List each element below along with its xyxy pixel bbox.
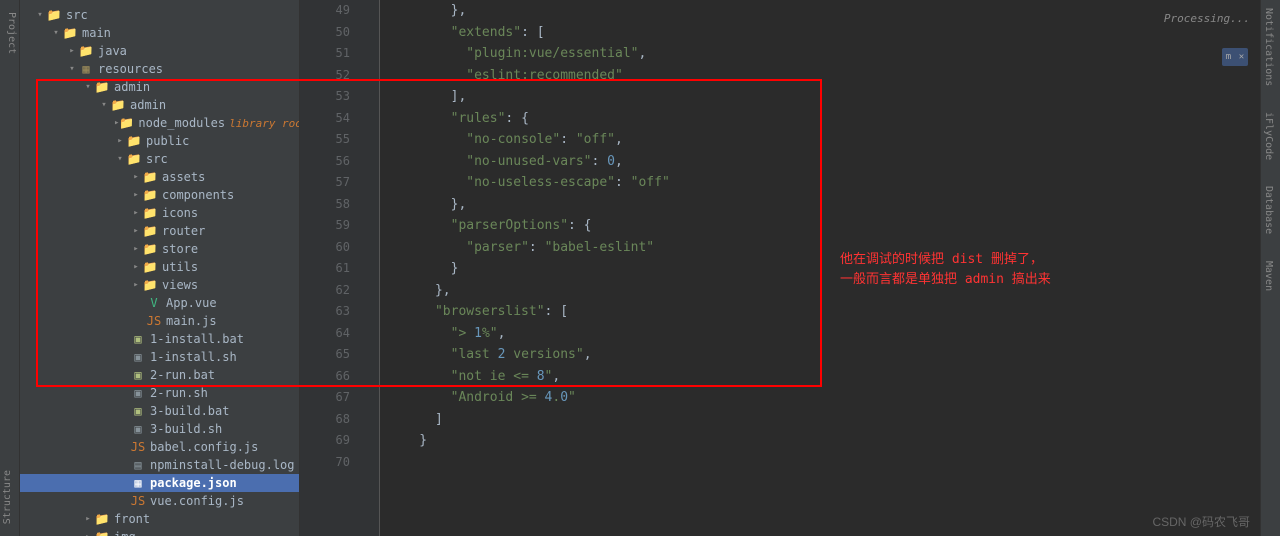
iflycode-tab[interactable]: iFlyCode: [1261, 104, 1276, 168]
code-editor[interactable]: 4950515253545556575859606162636465666768…: [300, 0, 1260, 536]
tree-file-install-bat[interactable]: ▣1-install.bat: [20, 330, 299, 348]
folder-icon: 📁: [119, 115, 134, 131]
processing-status: Processing...: [1164, 12, 1250, 25]
tree-folder-admin[interactable]: ▾📁admin: [20, 78, 299, 96]
json-icon: ▦: [130, 475, 146, 491]
tree-folder-main[interactable]: ▾📁main: [20, 24, 299, 42]
folder-icon: 📁: [78, 43, 94, 59]
tree-file-install-sh[interactable]: ▣1-install.sh: [20, 348, 299, 366]
folder-icon: 📁: [142, 223, 158, 239]
tree-folder-img[interactable]: ▸📁img: [20, 528, 299, 536]
notifications-tab[interactable]: Notifications: [1261, 0, 1276, 94]
tree-folder-utils[interactable]: ▸📁utils: [20, 258, 299, 276]
resources-icon: ▦: [78, 61, 94, 77]
tree-folder-node-modules[interactable]: ▸📁node_moduleslibrary root: [20, 114, 299, 132]
database-tab[interactable]: Database: [1261, 178, 1276, 242]
annotation-text: 他在调试的时候把 dist 删掉了， 一般而言都是单独把 admin 搞出来: [840, 250, 1051, 289]
tree-file-npmlog[interactable]: ▤npminstall-debug.log: [20, 456, 299, 474]
sh-icon: ▣: [130, 349, 146, 365]
js-icon: JS: [130, 493, 146, 509]
tree-folder-front[interactable]: ▸📁front: [20, 510, 299, 528]
bat-icon: ▣: [130, 403, 146, 419]
folder-icon: 📁: [126, 133, 142, 149]
bat-icon: ▣: [130, 331, 146, 347]
tree-folder-components[interactable]: ▸📁components: [20, 186, 299, 204]
bat-icon: ▣: [130, 367, 146, 383]
maven-tab[interactable]: Maven: [1261, 253, 1276, 299]
folder-icon: 📁: [110, 97, 126, 113]
log-icon: ▤: [130, 457, 146, 473]
line-gutter: 4950515253545556575859606162636465666768…: [300, 0, 360, 536]
folder-icon: 📁: [94, 511, 110, 527]
code-content[interactable]: }, "extends": [ "plugin:vue/essential", …: [380, 0, 1260, 536]
folder-icon: 📁: [142, 277, 158, 293]
tree-folder-public[interactable]: ▸📁public: [20, 132, 299, 150]
watermark: CSDN @码农飞哥: [1152, 513, 1250, 530]
js-icon: JS: [146, 313, 162, 329]
js-icon: JS: [130, 439, 146, 455]
folder-icon: 📁: [142, 259, 158, 275]
folder-icon: 📁: [94, 529, 110, 536]
tree-file-vueconfig[interactable]: JSvue.config.js: [20, 492, 299, 510]
tree-file-package-json[interactable]: ▦package.json: [20, 474, 299, 492]
tree-file-build-sh[interactable]: ▣3-build.sh: [20, 420, 299, 438]
tree-file-app-vue[interactable]: VApp.vue: [20, 294, 299, 312]
tree-folder-assets[interactable]: ▸📁assets: [20, 168, 299, 186]
library-root-label: library root: [229, 117, 300, 130]
tree-folder-store[interactable]: ▸📁store: [20, 240, 299, 258]
right-tool-tabs: Notifications iFlyCode Database Maven: [1260, 0, 1280, 536]
folder-icon: 📁: [142, 187, 158, 203]
tree-file-run-bat[interactable]: ▣2-run.bat: [20, 366, 299, 384]
tree-folder-src[interactable]: ▾📁src: [20, 6, 299, 24]
tree-folder-icons[interactable]: ▸📁icons: [20, 204, 299, 222]
float-toolbar[interactable]: m✕: [1222, 48, 1248, 66]
tree-file-build-bat[interactable]: ▣3-build.bat: [20, 402, 299, 420]
sh-icon: ▣: [130, 385, 146, 401]
folder-icon: 📁: [142, 205, 158, 221]
folder-icon: 📁: [94, 79, 110, 95]
tree-folder-router[interactable]: ▸📁router: [20, 222, 299, 240]
sh-icon: ▣: [130, 421, 146, 437]
fold-column[interactable]: [360, 0, 380, 536]
folder-icon: 📁: [126, 151, 142, 167]
tree-file-run-sh[interactable]: ▣2-run.sh: [20, 384, 299, 402]
left-tool-tabs: Project Structure: [0, 0, 20, 536]
project-tree[interactable]: ▾📁src ▾📁main ▸📁java ▾▦resources ▾📁admin …: [20, 0, 300, 536]
project-tab[interactable]: Project: [0, 4, 19, 62]
tree-folder-views[interactable]: ▸📁views: [20, 276, 299, 294]
folder-icon: 📁: [142, 169, 158, 185]
tree-folder-src2[interactable]: ▾📁src: [20, 150, 299, 168]
structure-tab[interactable]: Structure: [0, 462, 19, 532]
tree-folder-resources[interactable]: ▾▦resources: [20, 60, 299, 78]
folder-icon: 📁: [62, 25, 78, 41]
vue-icon: V: [146, 295, 162, 311]
folder-icon: 📁: [46, 7, 62, 23]
tree-file-babel[interactable]: JSbabel.config.js: [20, 438, 299, 456]
tree-file-main-js[interactable]: JSmain.js: [20, 312, 299, 330]
tree-folder-admin2[interactable]: ▾📁admin: [20, 96, 299, 114]
tree-folder-java[interactable]: ▸📁java: [20, 42, 299, 60]
folder-icon: 📁: [142, 241, 158, 257]
